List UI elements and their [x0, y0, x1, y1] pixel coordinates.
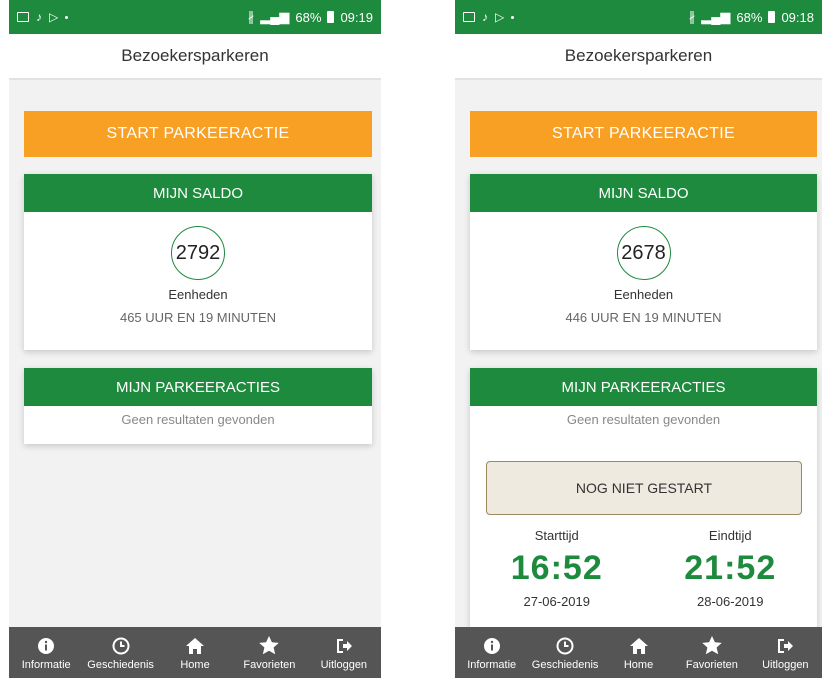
parking-actions-card: MIJN PARKEERACTIES Geen resultaten gevon… [470, 368, 817, 628]
play-notification-icon: ▷ [495, 10, 505, 24]
tab-label: Informatie [21, 658, 71, 671]
bottom-tab-bar: Informatie Geschiedenis Home Favorieten … [9, 627, 381, 678]
page-title: Bezoekersparkeren [455, 34, 822, 80]
tab-label: Informatie [467, 658, 517, 671]
start-date-value: 27-06-2019 [523, 594, 591, 609]
battery-percent: 68% [295, 9, 322, 25]
phone-screen-right: ♪ ▷ ∦ ▂▄▆ 68% 09:18 Bezoekersparkeren ST… [455, 0, 822, 678]
tab-label: Favorieten [243, 658, 296, 671]
parking-actions-card: MIJN PARKEERACTIES Geen resultaten gevon… [24, 368, 372, 444]
saldo-unit: Eenheden [613, 287, 674, 302]
image-notification-icon [17, 12, 29, 22]
info-icon [483, 635, 501, 657]
home-icon [629, 635, 649, 657]
bluetooth-icon: ∦ [688, 9, 696, 24]
phone-screen-left: ♪ ▷ ∦ ▂▄▆ 68% 09:19 Bezoekersparkeren ST… [9, 0, 381, 678]
battery-icon [768, 11, 776, 23]
clock-time: 09:19 [340, 9, 373, 25]
logout-icon [776, 635, 794, 657]
tab-label: Favorieten [685, 658, 738, 671]
battery-percent: 68% [736, 9, 763, 25]
saldo-duration: 465 UUR EN 19 MINUTEN [119, 310, 277, 325]
saldo-value: 2792 [171, 226, 225, 280]
battery-icon [327, 11, 335, 23]
end-time-block: Eindtijd 21:52 28-06-2019 [644, 528, 818, 609]
play-notification-icon: ▷ [49, 10, 59, 24]
session-times: Starttijd 16:52 27-06-2019 Eindtijd 21:5… [470, 528, 817, 609]
signal-icon: ▂▄▆ [701, 9, 731, 24]
tab-label: Uitloggen [320, 658, 368, 671]
system-indicators: ∦ ▂▄▆ 68% 09:18 [689, 9, 814, 25]
tab-label: Uitloggen [762, 658, 809, 671]
tab-geschiedenis[interactable]: Geschiedenis [528, 627, 601, 678]
star-icon [259, 635, 280, 657]
tab-label: Home [180, 658, 210, 671]
saldo-card-title: MIJN SALDO [24, 174, 372, 212]
tab-geschiedenis[interactable]: Geschiedenis [83, 627, 157, 678]
tab-home[interactable]: Home [602, 627, 675, 678]
home-icon [185, 635, 205, 657]
music-notification-icon: ♪ [36, 10, 42, 24]
start-time-label: Starttijd [534, 528, 579, 543]
music-notification-icon: ♪ [482, 10, 488, 24]
tab-favorieten[interactable]: Favorieten [232, 627, 306, 678]
end-date-value: 28-06-2019 [697, 594, 764, 609]
more-notifications-icon [511, 15, 515, 19]
saldo-card-title: MIJN SALDO [470, 174, 817, 212]
end-time-label: Eindtijd [708, 528, 752, 543]
info-icon [37, 635, 55, 657]
tab-label: Home [623, 658, 654, 671]
status-bar: ♪ ▷ ∦ ▂▄▆ 68% 09:18 [455, 0, 822, 34]
saldo-card: MIJN SALDO 2792 Eenheden 465 UUR EN 19 M… [24, 174, 372, 350]
system-indicators: ∦ ▂▄▆ 68% 09:19 [248, 9, 373, 25]
start-time-value: 16:52 [510, 549, 603, 587]
tab-label: Geschiedenis [87, 658, 154, 671]
clock-icon [112, 635, 130, 657]
bluetooth-icon: ∦ [247, 9, 255, 24]
bottom-tab-bar: Informatie Geschiedenis Home Favorieten … [455, 627, 822, 678]
saldo-card: MIJN SALDO 2678 Eenheden 446 UUR EN 19 M… [470, 174, 817, 350]
saldo-duration: 446 UUR EN 19 MINUTEN [565, 310, 722, 325]
clock-icon [556, 635, 574, 657]
status-bar: ♪ ▷ ∦ ▂▄▆ 68% 09:19 [9, 0, 381, 34]
notification-icons: ♪ ▷ [463, 10, 515, 24]
tab-uitloggen[interactable]: Uitloggen [749, 627, 822, 678]
saldo-value: 2678 [616, 226, 671, 280]
saldo-unit: Eenheden [168, 287, 228, 302]
tab-informatie[interactable]: Informatie [455, 627, 528, 678]
signal-icon: ▂▄▆ [260, 9, 290, 24]
tab-informatie[interactable]: Informatie [9, 627, 83, 678]
image-notification-icon [463, 12, 475, 22]
session-status-button[interactable]: NOG NIET GESTART [486, 461, 802, 515]
more-notifications-icon [65, 15, 69, 19]
star-icon [702, 635, 722, 657]
tab-favorieten[interactable]: Favorieten [675, 627, 748, 678]
start-parking-button[interactable]: START PARKEERACTIE [470, 111, 817, 157]
tab-uitloggen[interactable]: Uitloggen [307, 627, 381, 678]
start-parking-button[interactable]: START PARKEERACTIE [24, 111, 372, 157]
clock-time: 09:18 [781, 9, 814, 25]
logout-icon [335, 635, 353, 657]
notification-icons: ♪ ▷ [17, 10, 69, 24]
tab-home[interactable]: Home [158, 627, 232, 678]
page-title: Bezoekersparkeren [9, 34, 381, 80]
tab-label: Geschiedenis [531, 658, 599, 671]
parking-actions-title: MIJN PARKEERACTIES [24, 368, 372, 406]
empty-results-text: Geen resultaten gevonden [121, 412, 275, 427]
empty-results-text: Geen resultaten gevonden [566, 412, 721, 427]
start-time-block: Starttijd 16:52 27-06-2019 [470, 528, 644, 609]
end-time-value: 21:52 [684, 549, 777, 587]
parking-actions-title: MIJN PARKEERACTIES [470, 368, 817, 406]
